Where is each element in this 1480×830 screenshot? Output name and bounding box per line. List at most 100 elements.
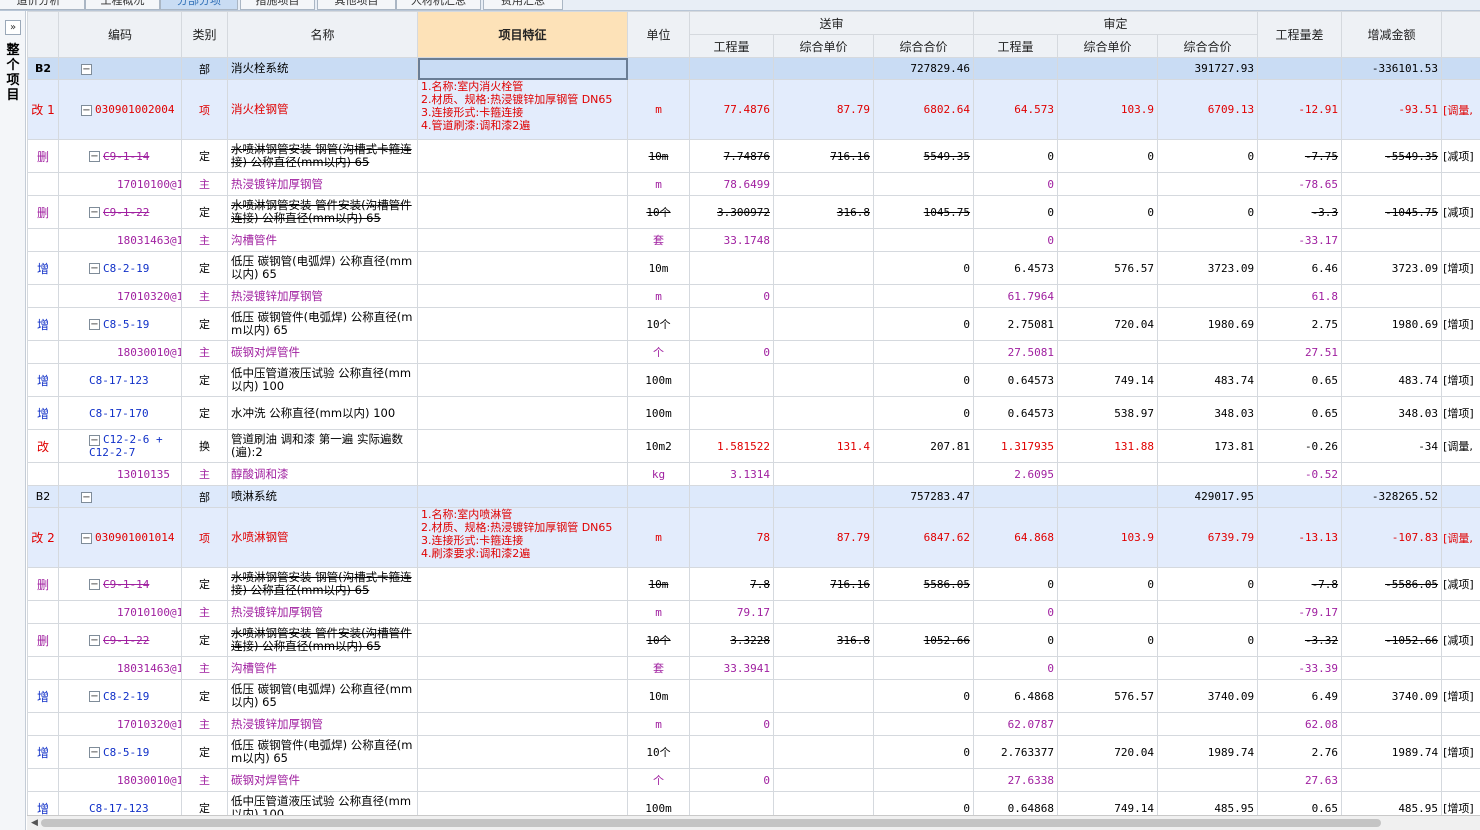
row-feature[interactable]: [417, 172, 628, 196]
col-app-qty-header[interactable]: 工程量: [973, 34, 1059, 58]
horizontal-scrollbar[interactable]: ◀: [27, 815, 1480, 830]
material-row[interactable]: 18031463@1 主沟槽管件 套 33.1748 0 -33.17: [27, 228, 1480, 252]
double-chevron-right-icon[interactable]: »: [5, 20, 21, 35]
material-row[interactable]: 17010320@1 主热浸镀锌加厚钢管 m 0 61.7964 61.8: [27, 284, 1480, 308]
row-code[interactable]: − C9-1-22: [58, 623, 182, 657]
row-feature[interactable]: [417, 57, 628, 80]
row-name[interactable]: 管道刷油 调和漆 第一遍 实际遍数(遍):2: [227, 429, 418, 463]
row-feature[interactable]: [417, 462, 628, 486]
row-code[interactable]: 18030010@1: [58, 340, 182, 364]
row-name[interactable]: 碳钢对焊管件: [227, 768, 418, 792]
collapse-toggle-icon[interactable]: −: [89, 579, 100, 590]
material-row[interactable]: 17010320@1 主热浸镀锌加厚钢管 m 0 62.0787 62.08: [27, 712, 1480, 736]
row-name[interactable]: 热浸镀锌加厚钢管: [227, 284, 418, 308]
row-code[interactable]: 13010135: [58, 462, 182, 486]
row-code[interactable]: − C12-2-6 + C12-2-7: [58, 429, 182, 463]
row-name[interactable]: 热浸镀锌加厚钢管: [227, 172, 418, 196]
row-feature[interactable]: [417, 340, 628, 364]
col-amount-change-header[interactable]: 增减金额: [1341, 11, 1443, 58]
row-feature[interactable]: [417, 228, 628, 252]
quota-row[interactable]: 增 C8-17-123 定低中压管道液压试验 公称直径(mm以内) 100 100m 0…: [27, 363, 1480, 397]
row-name[interactable]: 消火栓系统: [227, 57, 418, 80]
row-code[interactable]: − C8-2-19: [58, 251, 182, 285]
row-name[interactable]: 低压 碳钢管件(电弧焊) 公称直径(mm以内) 65: [227, 735, 418, 769]
row-code[interactable]: −: [58, 57, 182, 80]
row-code[interactable]: − C8-5-19: [58, 735, 182, 769]
material-row[interactable]: 18030010@1 主碳钢对焊管件 个 0 27.5081 27.51: [27, 340, 1480, 364]
tab-0[interactable]: 造价分析: [0, 0, 85, 10]
tab-1[interactable]: 工程概况: [85, 0, 160, 10]
tab-2[interactable]: 分部分项: [160, 0, 238, 10]
row-feature[interactable]: [417, 139, 628, 173]
row-feature[interactable]: [417, 791, 628, 815]
col-name-header[interactable]: 名称: [227, 11, 418, 58]
row-name[interactable]: 水喷淋钢管: [227, 507, 418, 568]
collapse-toggle-icon[interactable]: −: [89, 319, 100, 330]
row-name[interactable]: 醇酸调和漆: [227, 462, 418, 486]
row-feature[interactable]: [417, 712, 628, 736]
col-app-price-header[interactable]: 综合单价: [1057, 34, 1159, 58]
row-name[interactable]: 水冲洗 公称直径(mm以内) 100: [227, 396, 418, 430]
row-feature[interactable]: [417, 396, 628, 430]
row-feature[interactable]: [417, 251, 628, 285]
row-name[interactable]: 水喷淋钢管安装 钢管(沟槽式卡箍连接) 公称直径(mm以内) 65: [227, 139, 418, 173]
bill-item-row[interactable]: 改 2−030901001014 项水喷淋钢管 1.名称:室内喷淋管 2.材质、规格…: [27, 507, 1480, 568]
tab-6[interactable]: 费用汇总: [483, 0, 563, 10]
row-name[interactable]: 热浸镀锌加厚钢管: [227, 712, 418, 736]
quota-row[interactable]: 增 C8-17-170 定水冲洗 公称直径(mm以内) 100 100m 0 0.6457…: [27, 396, 1480, 430]
collapse-toggle-icon[interactable]: −: [81, 104, 92, 116]
row-name[interactable]: 沟槽管件: [227, 228, 418, 252]
quota-row[interactable]: 删 − C9-1-14 定水喷淋钢管安装 钢管(沟槽式卡箍连接) 公称直径(mm以内)…: [27, 567, 1480, 601]
row-feature[interactable]: [417, 284, 628, 308]
col-qty-diff-header[interactable]: 工程量差: [1257, 11, 1343, 58]
quota-row[interactable]: 删 − C9-1-22 定水喷淋钢管安装 管件安装(沟槽管件连接) 公称直径(mm以内…: [27, 623, 1480, 657]
row-code[interactable]: 17010320@1: [58, 284, 182, 308]
row-feature[interactable]: [417, 656, 628, 680]
row-code[interactable]: 18030010@1: [58, 768, 182, 792]
material-row[interactable]: 17010100@1 主热浸镀锌加厚钢管 m 79.17 0 -79.17: [27, 600, 1480, 624]
row-code[interactable]: C8-17-170: [58, 396, 182, 430]
row-feature[interactable]: [417, 735, 628, 769]
row-feature[interactable]: [417, 195, 628, 229]
row-name[interactable]: 低中压管道液压试验 公称直径(mm以内) 100: [227, 791, 418, 815]
row-code[interactable]: 18031463@1: [58, 656, 182, 680]
row-feature[interactable]: [417, 623, 628, 657]
col-feature-header[interactable]: 项目特征: [417, 11, 628, 58]
row-feature[interactable]: [417, 363, 628, 397]
row-feature[interactable]: 1.名称:室内喷淋管 2.材质、规格:热浸镀锌加厚钢管 DN65 3.连接形式:…: [417, 507, 628, 568]
collapse-toggle-icon[interactable]: −: [89, 207, 100, 218]
row-name[interactable]: 喷淋系统: [227, 485, 418, 508]
col-unit-header[interactable]: 单位: [627, 11, 690, 58]
row-name[interactable]: 低压 碳钢管(电弧焊) 公称直径(mm以内) 65: [227, 251, 418, 285]
col-sub-total-header[interactable]: 综合合价: [872, 34, 975, 58]
row-code[interactable]: − C9-1-14: [58, 567, 182, 601]
row-name[interactable]: 沟槽管件: [227, 656, 418, 680]
quota-row[interactable]: 增 − C8-5-19 定低压 碳钢管件(电弧焊) 公称直径(mm以内) 65 10个 0…: [27, 735, 1480, 769]
section-row[interactable]: B2 − 部喷淋系统 757283.47 429017.95 -328265.52: [27, 485, 1480, 508]
row-feature[interactable]: 1.名称:室内消火栓管 2.材质、规格:热浸镀锌加厚钢管 DN65 3.连接形式…: [417, 79, 628, 140]
collapse-toggle-icon[interactable]: −: [89, 691, 100, 702]
material-row[interactable]: 13010135 主醇酸调和漆 kg 3.1314 2.6095 -0.52: [27, 462, 1480, 486]
quota-row[interactable]: 删 − C9-1-22 定水喷淋钢管安装 管件安装(沟槽管件连接) 公称直径(mm以内…: [27, 195, 1480, 229]
row-name[interactable]: 消火栓钢管: [227, 79, 418, 140]
tab-4[interactable]: 其他项目: [317, 0, 396, 10]
row-feature[interactable]: [417, 307, 628, 341]
row-feature[interactable]: [417, 600, 628, 624]
row-feature[interactable]: [417, 567, 628, 601]
collapse-toggle-icon[interactable]: −: [81, 63, 92, 75]
collapse-toggle-icon[interactable]: −: [89, 434, 100, 446]
material-row[interactable]: 17010100@1 主热浸镀锌加厚钢管 m 78.6499 0 -78.65: [27, 172, 1480, 196]
quota-row[interactable]: 改 − C12-2-6 + C12-2-7 换管道刷油 调和漆 第一遍 实际遍数(遍)…: [27, 429, 1480, 463]
row-code[interactable]: 18031463@1: [58, 228, 182, 252]
collapse-toggle-icon[interactable]: −: [89, 263, 100, 274]
row-code[interactable]: C8-17-123: [58, 791, 182, 815]
quota-row[interactable]: 增 − C8-5-19 定低压 碳钢管件(电弧焊) 公称直径(mm以内) 65 10个 0…: [27, 307, 1480, 341]
whole-project-label[interactable]: 整个项目: [5, 43, 21, 103]
material-row[interactable]: 18031463@1 主沟槽管件 套 33.3941 0 -33.39: [27, 656, 1480, 680]
row-feature[interactable]: [417, 768, 628, 792]
row-code[interactable]: −: [58, 485, 182, 508]
quota-row[interactable]: 增 − C8-2-19 定低压 碳钢管(电弧焊) 公称直径(mm以内) 65 10m 0 6…: [27, 679, 1480, 713]
scroll-left-icon[interactable]: ◀: [31, 818, 38, 828]
col-sub-qty-header[interactable]: 工程量: [689, 34, 774, 58]
collapse-toggle-icon[interactable]: −: [89, 635, 100, 646]
